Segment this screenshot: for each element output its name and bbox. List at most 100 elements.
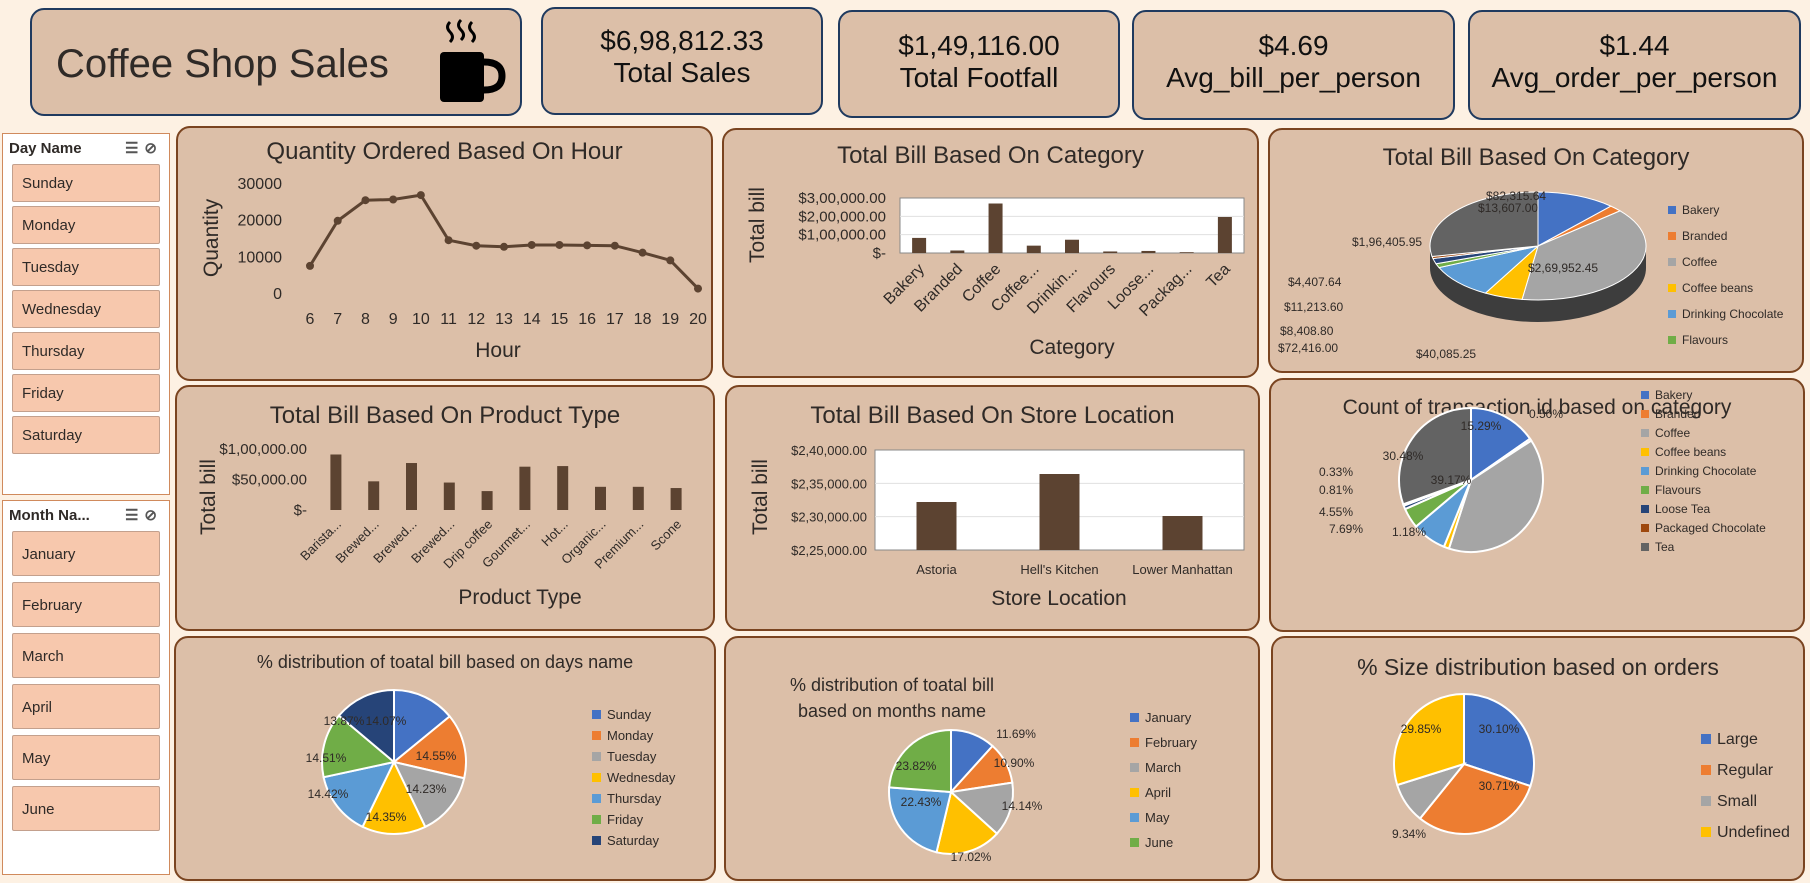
legend-label: Thursday	[607, 791, 662, 806]
data-label: 30.48%	[1383, 449, 1424, 463]
data-point	[500, 242, 508, 251]
bar	[1179, 252, 1194, 253]
legend-swatch	[1668, 232, 1676, 240]
legend-swatch	[1668, 310, 1676, 318]
data-point	[444, 236, 453, 245]
data-label: $2,69,952.45	[1528, 261, 1598, 275]
x-tick-label: 9	[389, 311, 398, 328]
legend-label: Bakery	[1682, 203, 1719, 217]
y-tick-label: $2,30,000.00	[791, 510, 867, 525]
bar	[950, 250, 965, 253]
data-label: $40,085.25	[1416, 347, 1476, 361]
data-point	[666, 256, 675, 265]
legend-label: Monday	[607, 728, 654, 743]
legend-label: Large	[1717, 731, 1758, 748]
legend-label: Coffee beans	[1655, 445, 1726, 459]
data-label: 14.35%	[366, 810, 407, 824]
panel-qty-hour: Quantity Ordered Based On Hour 0 10000 200…	[176, 126, 713, 381]
legend-swatch	[1701, 734, 1711, 744]
kpi-value: $1,49,116.00	[898, 30, 1060, 61]
bar	[1162, 516, 1203, 550]
data-point	[555, 240, 564, 249]
data-label: 30.10%	[1479, 722, 1520, 736]
multi-select-icon[interactable]: ☰	[125, 507, 144, 524]
slicer-item-thursday[interactable]: Thursday	[12, 332, 160, 370]
legend-label: Sunday	[607, 707, 652, 722]
slicer-item-monday[interactable]: Monday	[12, 206, 160, 244]
y-tick-label: $-	[873, 245, 886, 262]
legend-swatch	[1130, 738, 1139, 747]
x-tick-label: Lower Manhattan	[1132, 562, 1232, 577]
slicer-item-february[interactable]: February	[12, 582, 160, 627]
clear-filter-icon[interactable]: ⊘	[144, 140, 163, 157]
data-label: 0.81%	[1319, 483, 1353, 497]
x-tick-label: 10	[412, 311, 430, 328]
data-label: 10.90%	[994, 756, 1035, 770]
bar	[632, 486, 644, 510]
slicer-item-june[interactable]: June	[12, 786, 160, 831]
data-label: $1,96,405.95	[1352, 235, 1422, 249]
x-tick-label: Hot...	[538, 517, 571, 550]
kpi-label: Avg_bill_per_person	[1166, 62, 1421, 93]
data-label: 13.87%	[324, 714, 365, 728]
slicer-item-sunday[interactable]: Sunday	[12, 164, 160, 202]
panel-size-dist: % Size distribution based on orders 30.1…	[1271, 636, 1805, 881]
legend-swatch	[1641, 410, 1649, 418]
panel-bill-product-type: Total Bill Based On Product Type $- $50,0…	[175, 385, 715, 631]
legend-label: February	[1145, 735, 1198, 750]
y-tick-label: $3,00,000.00	[798, 190, 886, 207]
slicer-item-saturday[interactable]: Saturday	[12, 416, 160, 454]
legend-swatch	[592, 731, 601, 740]
data-point	[361, 196, 370, 205]
bar	[988, 203, 1003, 253]
chart-days-dist: 14.07% 14.55% 14.23% 14.35% 14.42% 14.51% 13.8…	[306, 688, 676, 848]
data-label: 15.29%	[1461, 419, 1502, 433]
data-label: 17.02%	[951, 850, 992, 864]
kpi-label: Total Footfall	[899, 62, 1059, 93]
legend-swatch	[1641, 486, 1649, 494]
bar	[1039, 474, 1080, 550]
legend-label: Friday	[607, 812, 644, 827]
kpi-label: Avg_order_per_person	[1491, 62, 1778, 93]
x-tick-label: 20	[689, 311, 707, 328]
kpi-total-sales: $6,98,812.33 Total Sales	[541, 7, 823, 115]
legend-label: Coffee	[1682, 255, 1717, 269]
legend-label: June	[1145, 835, 1173, 850]
slicer-item-january[interactable]: January	[12, 531, 160, 576]
slicer-title-text: Month Na...	[9, 507, 90, 524]
slicer-item-friday[interactable]: Friday	[12, 374, 160, 412]
legend-swatch	[1641, 448, 1649, 456]
slicer-item-may[interactable]: May	[12, 735, 160, 780]
legend-label: May	[1145, 810, 1170, 825]
slicer-item-tuesday[interactable]: Tuesday	[12, 248, 160, 286]
legend-swatch	[1701, 765, 1711, 775]
y-tick-label: 30000	[238, 176, 283, 193]
slicer-item-april[interactable]: April	[12, 684, 160, 729]
bar	[368, 481, 380, 510]
data-label: 0.50%	[1529, 407, 1563, 421]
coffee-cup-icon	[440, 18, 506, 102]
bar	[519, 466, 531, 510]
x-tick-label: 7	[333, 311, 342, 328]
data-label: 4.55%	[1319, 505, 1353, 519]
multi-select-icon[interactable]: ☰	[125, 140, 144, 157]
slicer-item-march[interactable]: March	[12, 633, 160, 678]
clear-filter-icon[interactable]: ⊘	[144, 507, 163, 524]
y-tick-label: 10000	[238, 249, 283, 266]
data-label: 39.17%	[1431, 473, 1472, 487]
legend-swatch	[592, 836, 601, 845]
x-tick-label: Hell's Kitchen	[1020, 562, 1098, 577]
data-point	[583, 241, 592, 250]
legend-label: March	[1145, 760, 1181, 775]
slicer-title-text: Day Name	[9, 140, 82, 157]
data-label: 23.82%	[896, 759, 937, 773]
y-axis-label: Total bill	[746, 187, 769, 263]
x-tick-label: 13	[495, 311, 513, 328]
y-tick-label: $2,40,000.00	[791, 443, 867, 458]
data-point	[527, 240, 536, 249]
data-label: $4,407.64	[1288, 275, 1342, 289]
bar	[557, 466, 569, 510]
slicer-item-wednesday[interactable]: Wednesday	[12, 290, 160, 328]
panel-days-dist: % distribution of toatal bill based on d…	[174, 636, 716, 881]
title-card: Coffee Shop Sales	[30, 8, 522, 116]
